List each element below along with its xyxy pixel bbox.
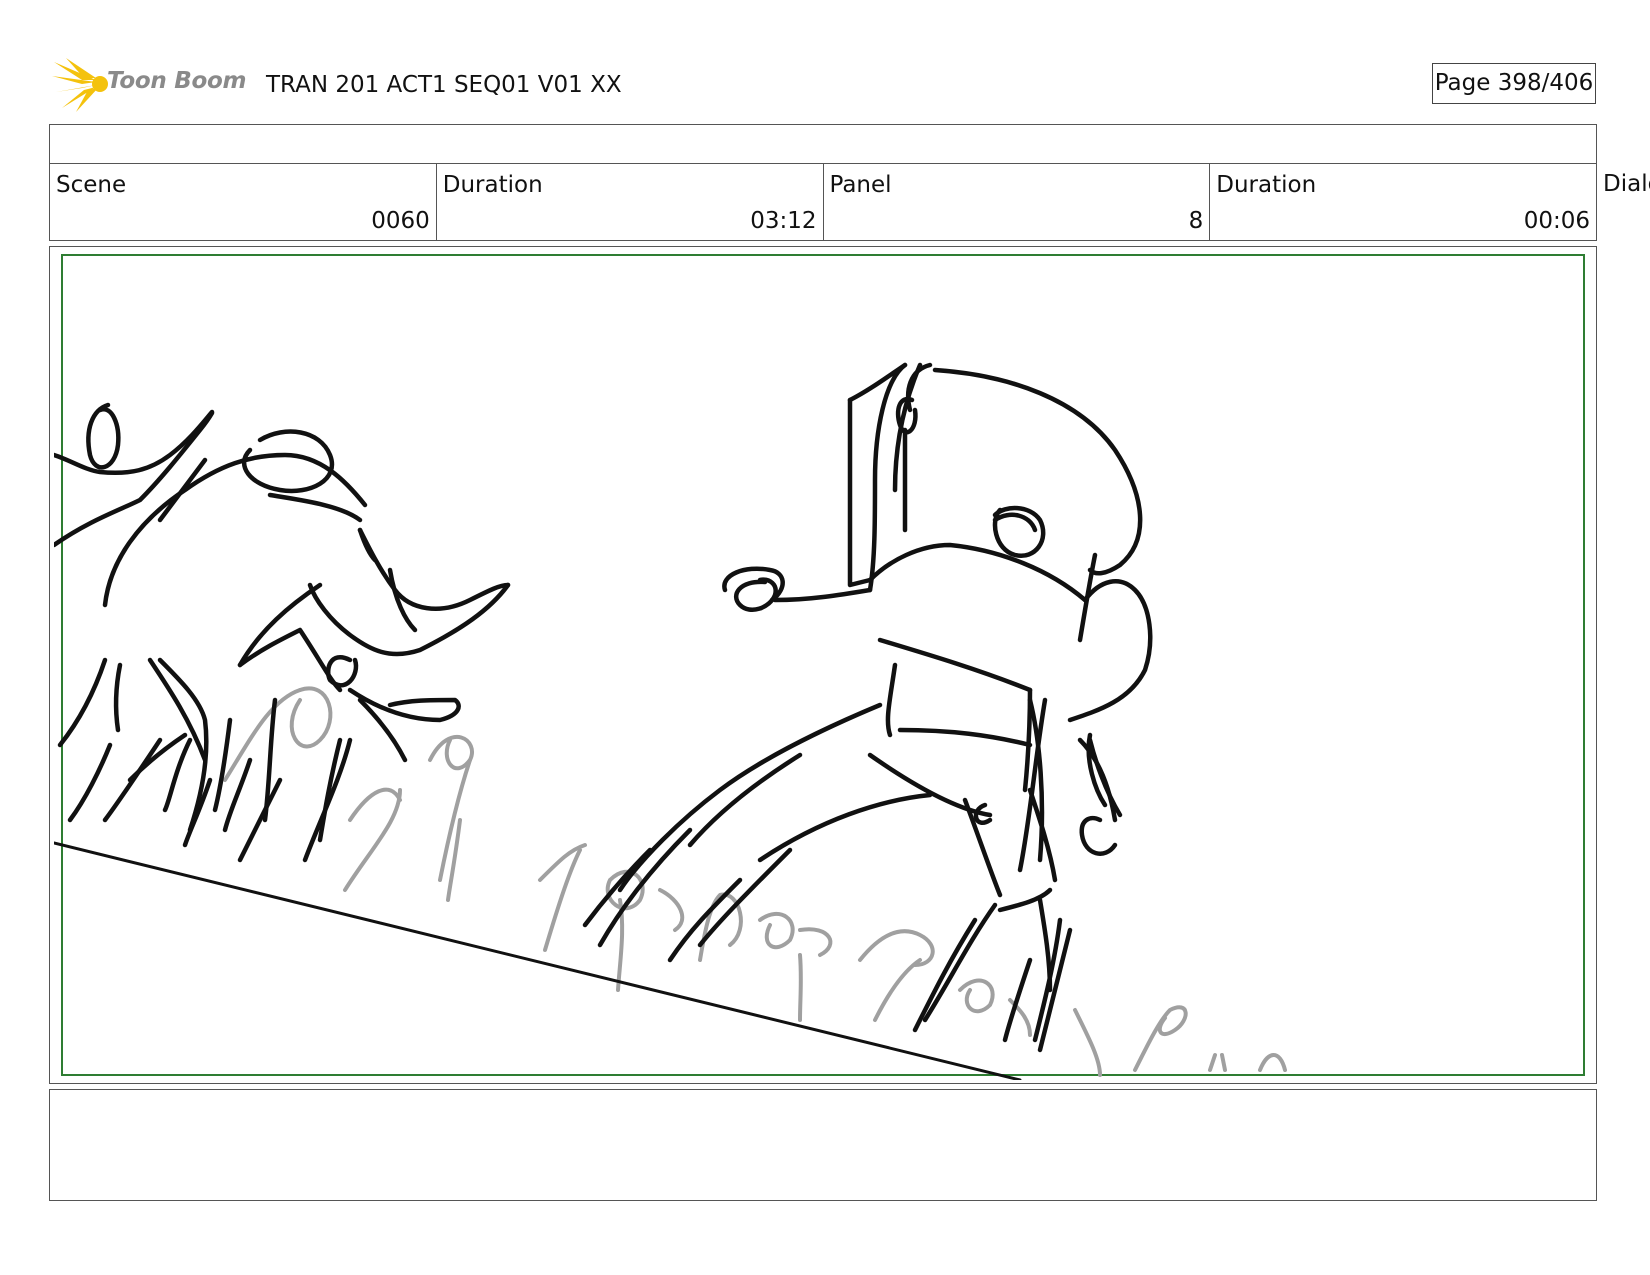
crowd-sketch — [223, 686, 1287, 1077]
left-creature-sketch — [54, 402, 511, 863]
storyboard-sketch — [54, 362, 1287, 1080]
right-creature-sketch — [582, 362, 1153, 1053]
ground-line — [54, 841, 1022, 1080]
notes-box — [49, 1089, 1597, 1201]
